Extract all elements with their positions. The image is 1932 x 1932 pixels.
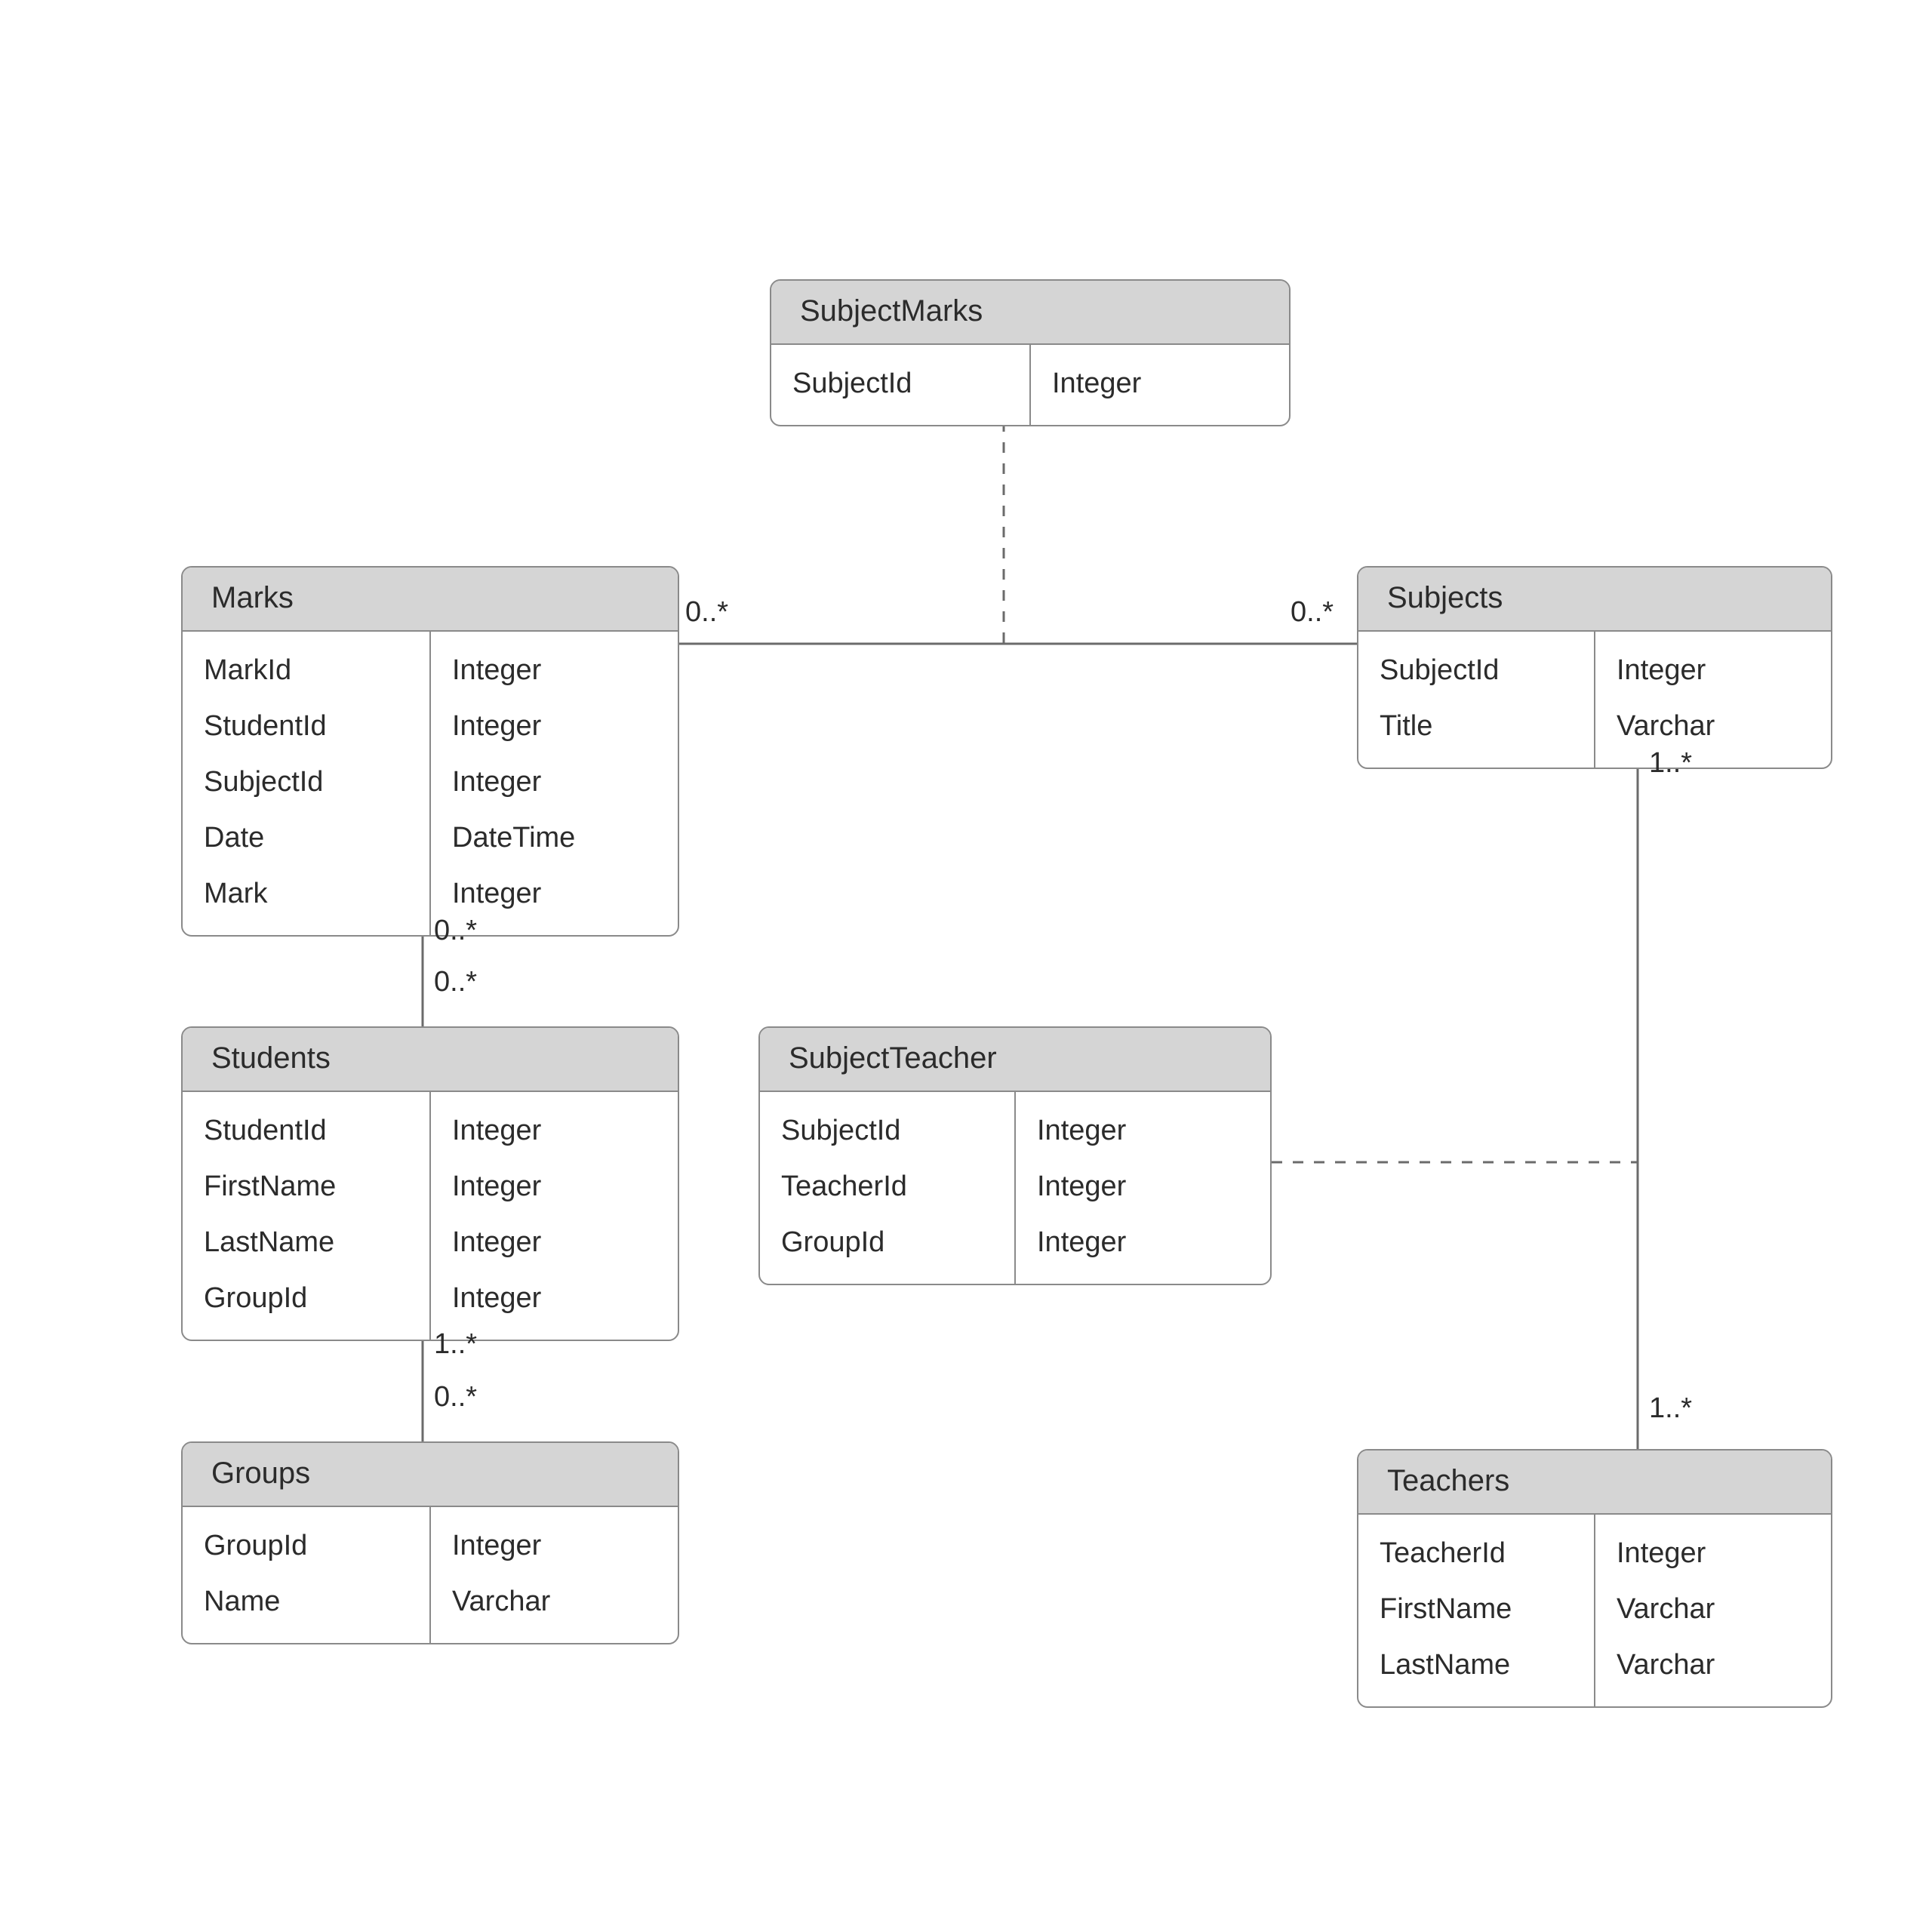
entity-subjectmarks: SubjectMarks SubjectId Integer xyxy=(770,279,1291,426)
entity-title: Groups xyxy=(183,1443,678,1507)
field-types: Integer xyxy=(1031,345,1289,425)
mult-marks-subjects-left: 0..* xyxy=(685,596,728,629)
field-type: Integer xyxy=(1617,642,1814,698)
field-type: Integer xyxy=(452,1214,661,1270)
field-type: Integer xyxy=(452,1103,661,1158)
mult-marks-students-top: 0..* xyxy=(434,915,477,947)
field-name: SubjectId xyxy=(204,754,413,810)
field-type: Integer xyxy=(452,866,661,921)
entity-students: Students StudentIdFirstNameLastNameGroup… xyxy=(181,1026,679,1341)
field-name: Name xyxy=(204,1574,413,1629)
field-name: TeacherId xyxy=(781,1158,998,1214)
field-type: Integer xyxy=(452,1158,661,1214)
mult-students-groups-top: 1..* xyxy=(434,1328,477,1361)
field-name: StudentId xyxy=(204,698,413,754)
entity-subjectteacher: SubjectTeacher SubjectIdTeacherIdGroupId… xyxy=(758,1026,1272,1285)
field-name: Mark xyxy=(204,866,413,921)
field-name: Title xyxy=(1380,698,1577,754)
field-names: MarkIdStudentIdSubjectIdDateMark xyxy=(183,632,431,935)
entity-marks: Marks MarkIdStudentIdSubjectIdDateMark I… xyxy=(181,566,679,937)
field-name: FirstName xyxy=(204,1158,413,1214)
field-type: Integer xyxy=(1037,1158,1254,1214)
field-type: Varchar xyxy=(452,1574,661,1629)
field-name: GroupId xyxy=(204,1270,413,1326)
field-types: IntegerVarchar xyxy=(1595,632,1831,768)
field-names: GroupIdName xyxy=(183,1507,431,1643)
field-types: IntegerVarcharVarchar xyxy=(1595,1515,1831,1706)
field-names: TeacherIdFirstNameLastName xyxy=(1358,1515,1595,1706)
field-type: Integer xyxy=(452,1270,661,1326)
field-types: IntegerIntegerInteger xyxy=(1016,1092,1270,1284)
field-name: GroupId xyxy=(781,1214,998,1270)
field-name: SubjectId xyxy=(792,355,1013,411)
field-type: Integer xyxy=(1037,1103,1254,1158)
entity-title: Marks xyxy=(183,568,678,632)
field-type: Integer xyxy=(452,698,661,754)
mult-marks-students-bottom: 0..* xyxy=(434,966,477,998)
field-type: Integer xyxy=(1052,355,1272,411)
field-name: TeacherId xyxy=(1380,1525,1577,1581)
field-type: Integer xyxy=(452,1518,661,1574)
field-type: DateTime xyxy=(452,810,661,866)
mult-marks-subjects-right: 0..* xyxy=(1291,596,1334,629)
field-type: Integer xyxy=(452,754,661,810)
field-type: Varchar xyxy=(1617,1581,1814,1637)
entity-groups: Groups GroupIdName IntegerVarchar xyxy=(181,1441,679,1644)
mult-students-groups-bottom: 0..* xyxy=(434,1381,477,1414)
field-types: IntegerIntegerIntegerInteger xyxy=(431,1092,678,1340)
entity-title: SubjectMarks xyxy=(771,281,1289,345)
entity-subjects: Subjects SubjectIdTitle IntegerVarchar xyxy=(1357,566,1832,769)
field-names: SubjectIdTitle xyxy=(1358,632,1595,768)
field-name: SubjectId xyxy=(781,1103,998,1158)
entity-title: Subjects xyxy=(1358,568,1831,632)
field-name: MarkId xyxy=(204,642,413,698)
field-names: SubjectIdTeacherIdGroupId xyxy=(760,1092,1016,1284)
field-types: IntegerVarchar xyxy=(431,1507,678,1643)
field-names: SubjectId xyxy=(771,345,1031,425)
mult-subjects-teachers-bottom: 1..* xyxy=(1649,1392,1692,1425)
field-type: Integer xyxy=(452,642,661,698)
mult-subjects-teachers-top: 1..* xyxy=(1649,747,1692,780)
field-name: GroupId xyxy=(204,1518,413,1574)
field-name: LastName xyxy=(1380,1637,1577,1693)
field-type: Integer xyxy=(1617,1525,1814,1581)
field-type: Varchar xyxy=(1617,1637,1814,1693)
field-type: Integer xyxy=(1037,1214,1254,1270)
field-name: LastName xyxy=(204,1214,413,1270)
field-name: Date xyxy=(204,810,413,866)
field-name: SubjectId xyxy=(1380,642,1577,698)
field-name: FirstName xyxy=(1380,1581,1577,1637)
erd-canvas: SubjectMarks SubjectId Integer Marks Mar… xyxy=(0,0,1932,1932)
field-names: StudentIdFirstNameLastNameGroupId xyxy=(183,1092,431,1340)
entity-title: Teachers xyxy=(1358,1451,1831,1515)
field-type: Varchar xyxy=(1617,698,1814,754)
entity-teachers: Teachers TeacherIdFirstNameLastName Inte… xyxy=(1357,1449,1832,1708)
entity-title: SubjectTeacher xyxy=(760,1028,1270,1092)
entity-title: Students xyxy=(183,1028,678,1092)
field-name: StudentId xyxy=(204,1103,413,1158)
field-types: IntegerIntegerIntegerDateTimeInteger xyxy=(431,632,678,935)
